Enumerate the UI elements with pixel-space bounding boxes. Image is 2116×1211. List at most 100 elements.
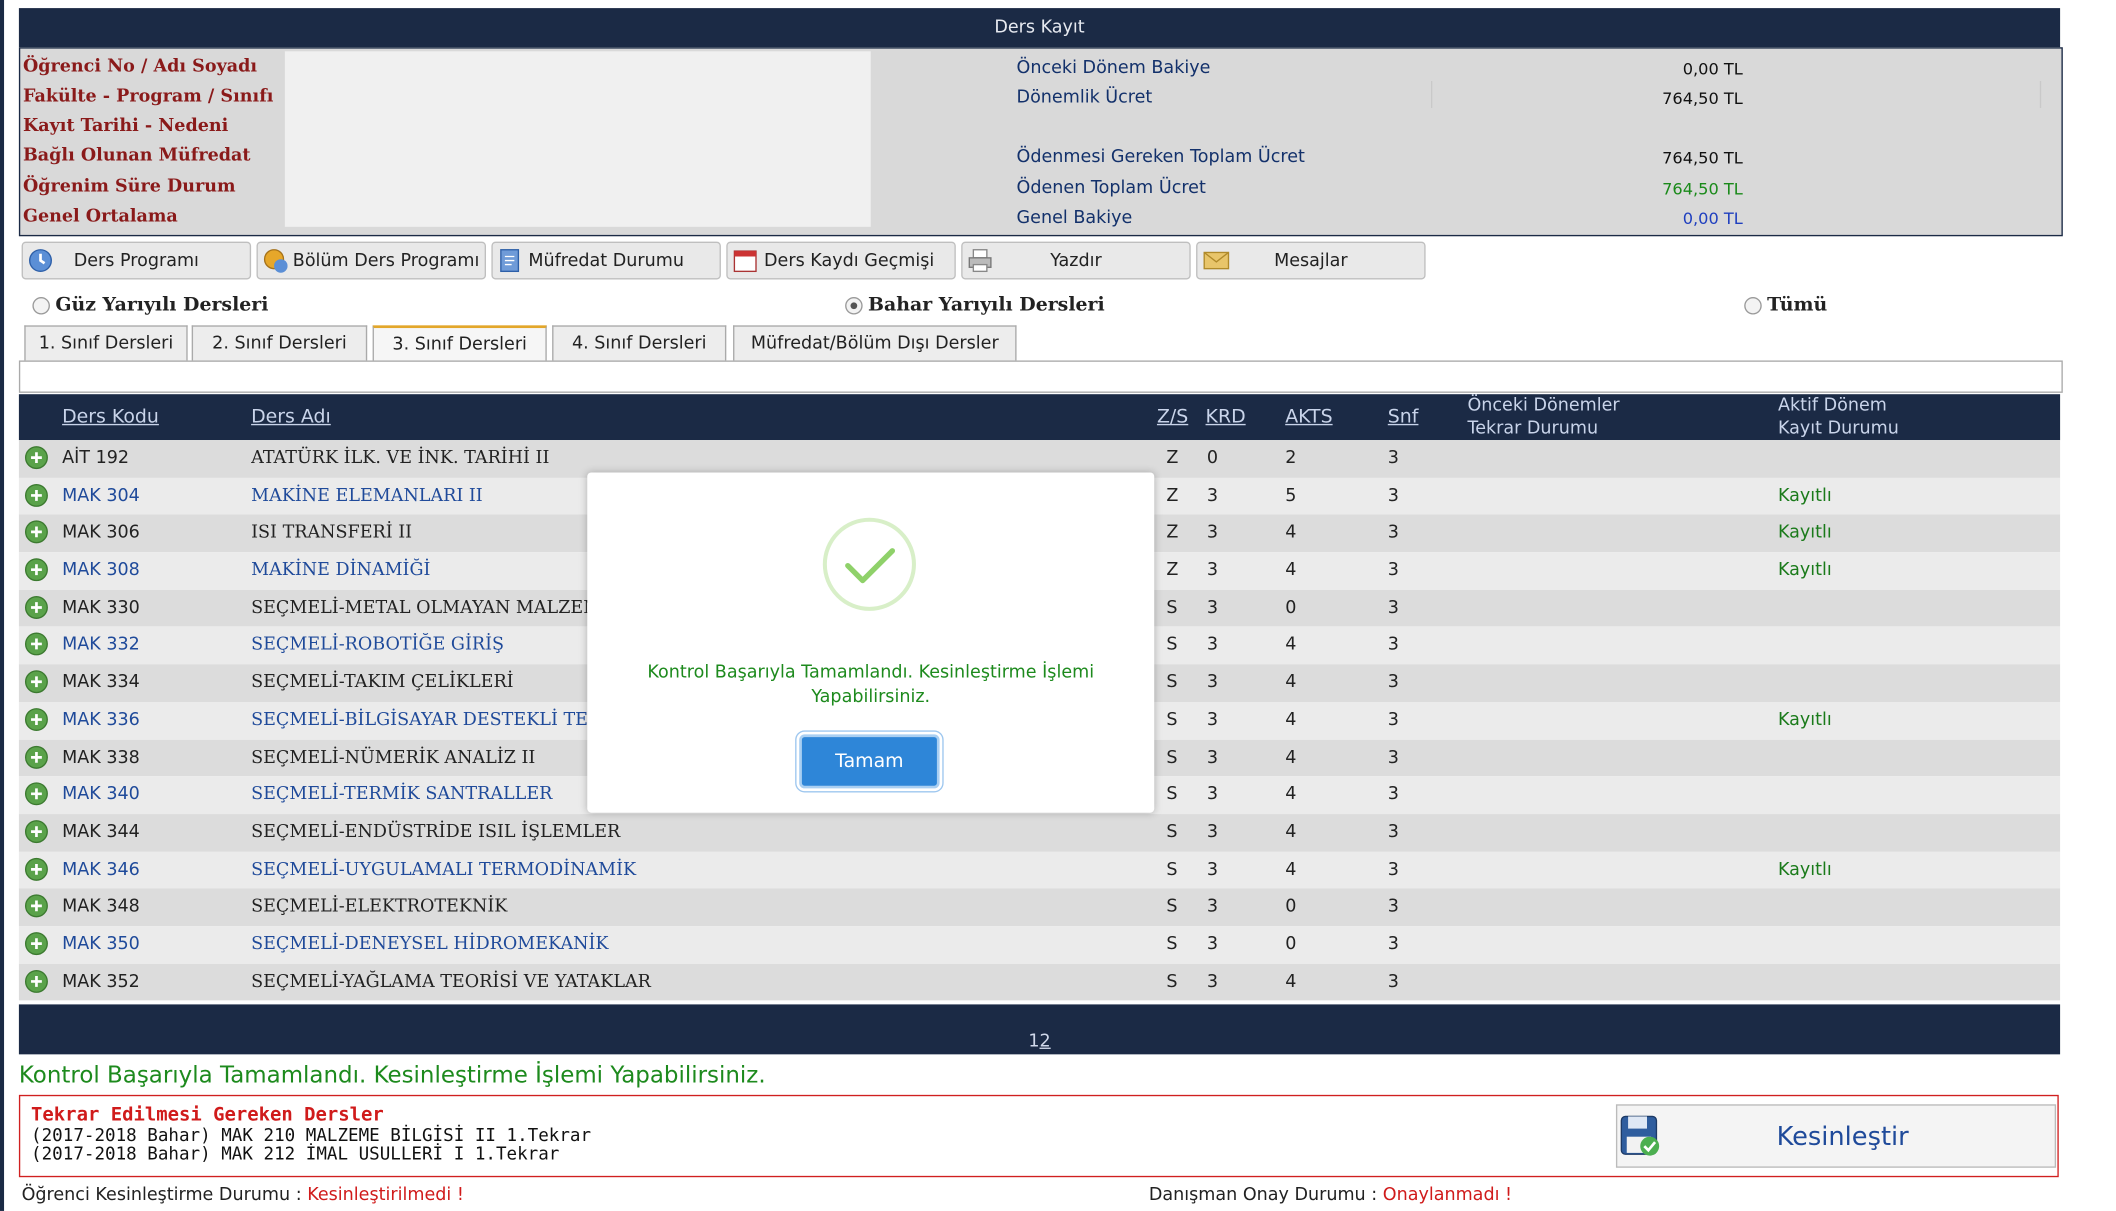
total-due-value: 764,50 TL	[1662, 148, 1743, 168]
course-krd: 3	[1206, 597, 1219, 618]
mesajlar-button[interactable]: Mesajlar	[1196, 241, 1426, 280]
course-name[interactable]: MAKİNE DİNAMİĞİ	[251, 560, 430, 580]
dialog-message: Kontrol Başarıyla Tamamlandı. Kesinleşti…	[647, 662, 1095, 708]
ders-kayit-page: Ders Kayıt Öğrenci No / Adı Soyadı Fakül…	[0, 0, 2106, 1211]
tab-2-sinif[interactable]: 2. Sınıf Dersleri	[191, 325, 368, 361]
course-name: SEÇMELİ-TAKIM ÇELİKLERİ	[251, 672, 514, 693]
course-code: MAK 352	[62, 971, 140, 992]
study-duration-label: Öğrenim Süre Durum	[22, 176, 236, 198]
add-course-icon[interactable]	[24, 558, 48, 582]
total-due-label: Ödenmesi Gereken Toplam Ücret	[1016, 147, 1305, 168]
header-prev-line1: Önceki Dönemler	[1467, 395, 1620, 416]
add-course-icon[interactable]	[24, 819, 48, 843]
course-zs: S	[1166, 672, 1178, 693]
course-registration-status: Kayıtlı	[1777, 709, 1832, 731]
add-course-icon[interactable]	[24, 520, 48, 544]
header-akts[interactable]: AKTS	[1285, 406, 1332, 428]
tab-content-strip	[18, 360, 2063, 393]
mufredat-durumu-button[interactable]: Müfredat Durumu	[491, 241, 721, 280]
previous-balance-label: Önceki Dönem Bakiye	[1016, 58, 1211, 79]
bahar-semester-radio[interactable]: Bahar Yarıyılı Dersleri	[845, 294, 1105, 316]
add-course-icon[interactable]	[24, 745, 48, 769]
course-snf: 3	[1387, 560, 1399, 581]
course-krd: 3	[1206, 709, 1219, 731]
course-name[interactable]: SEÇMELİ-ROBOTİĞE GİRİŞ	[251, 635, 504, 655]
add-course-icon[interactable]	[24, 857, 48, 881]
course-name[interactable]: MAKİNE ELEMANLARI II	[251, 486, 483, 506]
table-row: MAK 346 SEÇMELİ-UYGULAMALI TERMODİNAMİK S 3…	[18, 851, 2061, 889]
course-name[interactable]: SEÇMELİ-BİLGİSAYAR DESTEKLİ TE	[251, 710, 588, 730]
course-snf: 3	[1387, 821, 1399, 843]
add-course-icon[interactable]	[24, 670, 48, 694]
course-akts: 0	[1285, 597, 1297, 618]
tab-1-sinif[interactable]: 1. Sınıf Dersleri	[24, 325, 188, 361]
ders-kaydi-gecmisi-button[interactable]: Ders Kaydı Geçmişi	[726, 241, 956, 280]
course-akts: 4	[1285, 709, 1297, 731]
page-1-link[interactable]: 1	[1028, 1031, 1039, 1051]
add-course-icon[interactable]	[24, 483, 48, 507]
course-name: ISI TRANSFERİ II	[251, 522, 413, 544]
course-code[interactable]: MAK 350	[62, 934, 140, 954]
table-row: MAK 350 SEÇMELİ-DENEYSEL HİDROMEKANİK S 3 0 3	[18, 926, 2061, 964]
course-akts: 4	[1285, 859, 1297, 880]
course-akts: 0	[1285, 896, 1297, 917]
ders-programi-button[interactable]: Ders Programı	[21, 241, 252, 280]
course-code[interactable]: MAK 336	[62, 710, 140, 730]
course-registration-status: Kayıtlı	[1777, 560, 1832, 581]
tab-4-sinif[interactable]: 4. Sınıf Dersleri	[552, 325, 727, 361]
add-course-icon[interactable]	[24, 632, 48, 657]
header-zs[interactable]: Z/S	[1157, 406, 1188, 428]
course-name[interactable]: SEÇMELİ-DENEYSEL HİDROMEKANİK	[251, 934, 608, 954]
tumu-semester-label: Tümü	[1767, 294, 1828, 316]
course-zs: S	[1166, 859, 1178, 880]
gpa-label: Genel Ortalama	[22, 206, 178, 227]
guz-semester-radio[interactable]: Güz Yarıyılı Dersleri	[32, 294, 268, 316]
add-course-icon[interactable]	[24, 894, 48, 918]
course-zs: S	[1166, 971, 1178, 992]
previous-balance-value: 0,00 TL	[1682, 59, 1743, 79]
header-krd[interactable]: KRD	[1206, 406, 1246, 428]
table-row: MAK 348 SEÇMELİ-ELEKTROTEKNİK S 3 0 3	[18, 888, 2061, 927]
tumu-semester-radio[interactable]: Tümü	[1744, 294, 1827, 316]
course-name[interactable]: SEÇMELİ-UYGULAMALI TERMODİNAMİK	[251, 859, 636, 879]
course-zs: S	[1166, 747, 1178, 768]
page-2-link[interactable]: 2	[1040, 1031, 1051, 1051]
repeat-course-line: (2017-2018 Bahar) MAK 212 İMAL USULLERİ …	[31, 1144, 560, 1166]
yazdir-button[interactable]: Yazdır	[961, 241, 1191, 280]
course-krd: 3	[1206, 560, 1219, 581]
add-course-icon[interactable]	[24, 446, 48, 470]
header-ders-adi[interactable]: Ders Adı	[251, 406, 331, 428]
course-snf: 3	[1387, 934, 1399, 955]
header-ders-kodu[interactable]: Ders Kodu	[62, 406, 159, 428]
bahar-semester-label: Bahar Yarıyılı Dersleri	[868, 294, 1105, 316]
course-code[interactable]: MAK 340	[62, 785, 140, 805]
tab-mufredat-disi[interactable]: Müfredat/Bölüm Dışı Dersler	[733, 325, 1017, 361]
header-active-line2: Kayıt Durumu	[1777, 418, 1899, 439]
course-code: MAK 338	[62, 747, 140, 768]
add-course-icon[interactable]	[24, 969, 48, 993]
header-prev-line2: Tekrar Durumu	[1467, 418, 1599, 439]
course-zs: Z	[1166, 448, 1179, 469]
course-code[interactable]: MAK 308	[62, 560, 140, 580]
course-name: SEÇMELİ-YAĞLAMA TEORİSİ VE YATAKLAR	[251, 971, 651, 992]
mufredat-durumu-label: Müfredat Durumu	[528, 250, 684, 271]
add-course-icon[interactable]	[24, 931, 48, 956]
course-name[interactable]: SEÇMELİ-TERMİK SANTRALLER	[251, 785, 552, 805]
course-code[interactable]: MAK 346	[62, 859, 140, 879]
course-code: MAK 334	[62, 672, 140, 693]
tamam-button[interactable]: Tamam	[799, 734, 940, 789]
course-name: SEÇMELİ-ELEKTROTEKNİK	[251, 896, 508, 917]
course-code[interactable]: MAK 332	[62, 635, 140, 655]
calendar-clock-icon	[263, 249, 288, 273]
course-code[interactable]: MAK 304	[62, 486, 140, 506]
add-course-icon[interactable]	[24, 707, 48, 731]
tab-3-sinif[interactable]: 3. Sınıf Dersleri	[372, 325, 547, 361]
course-zs: S	[1166, 784, 1178, 805]
header-snf[interactable]: Snf	[1388, 406, 1419, 428]
course-snf: 3	[1387, 522, 1399, 544]
course-code: MAK 330	[62, 597, 140, 618]
bolum-ders-programi-button[interactable]: Bölüm Ders Programı	[256, 241, 486, 280]
add-course-icon[interactable]	[24, 782, 48, 806]
kesinlestir-button[interactable]: Kesinleştir	[1615, 1104, 2057, 1168]
add-course-icon[interactable]	[24, 595, 48, 619]
